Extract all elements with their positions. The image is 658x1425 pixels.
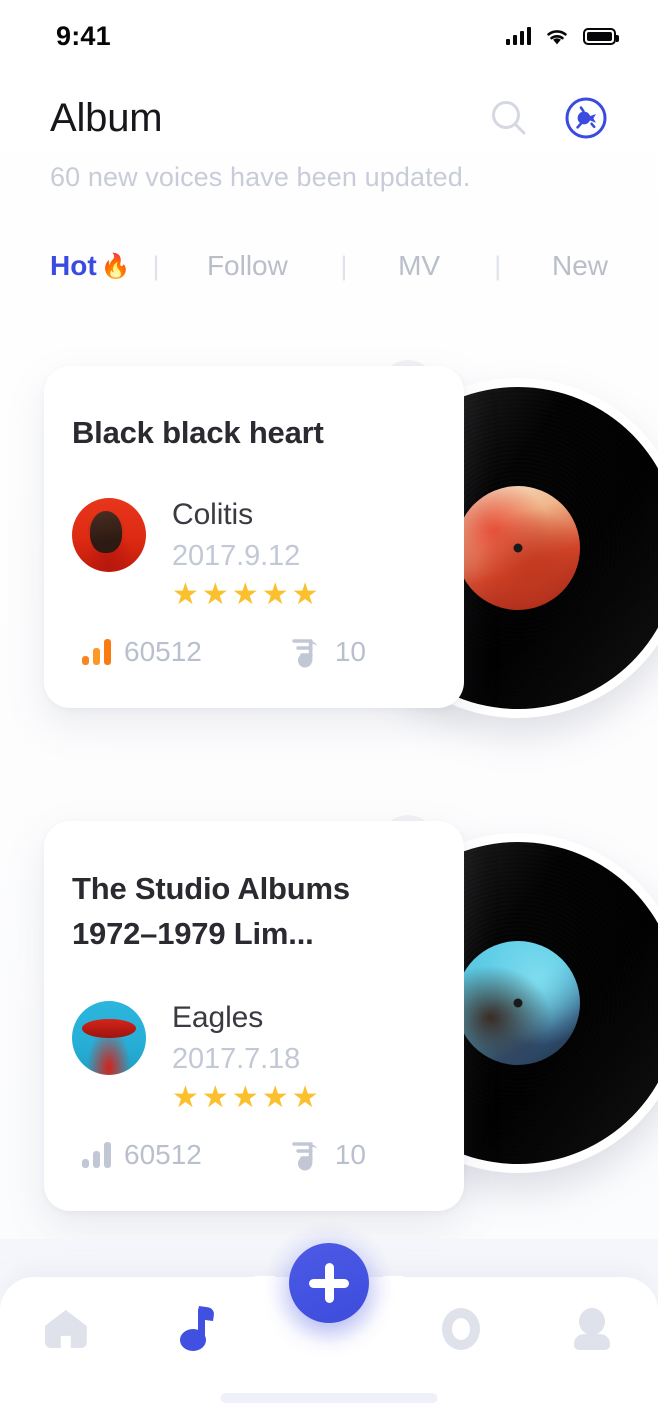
album-stats: 60512 10 [72,636,436,668]
track-count-value: 10 [334,636,366,667]
star-icon: ★ [231,1080,259,1114]
nav-item-profile[interactable] [526,1277,658,1381]
bar-chart-icon [82,1141,111,1168]
track-count-stat: 10 [288,636,366,668]
add-button[interactable] [289,1243,369,1323]
album-title: The Studio Albums 1972–1979 Lim... [72,871,350,951]
star-icon: ★ [201,578,229,611]
signal-bars-icon [506,27,531,45]
vinyl-label-cyan [456,941,580,1065]
nav-item-discover[interactable] [395,1277,527,1381]
plus-icon [324,1263,334,1303]
star-icon: ★ [172,578,199,611]
tab-mv[interactable]: MV [398,250,440,282]
home-indicator [220,1393,438,1403]
star-icon: ★ [261,1080,289,1114]
app-screen: 9:41 Album 60 new voices have been updat… [0,0,658,1425]
play-count-stat: 60512 [82,1139,202,1171]
nav-item-music[interactable] [132,1277,264,1381]
add-button-wrapper [265,1219,393,1347]
play-count-stat: 60512 [82,636,202,668]
profile-icon [574,1308,611,1350]
playlist-note-icon [292,639,318,668]
wifi-icon [547,29,567,44]
album-stats: 60512 10 [72,1139,436,1171]
search-icon[interactable] [488,97,530,139]
star-icon: ★ [172,1080,199,1114]
album-card[interactable]: The Studio Albums 1972–1979 Lim... Eagle… [44,821,464,1211]
play-count-value: 60512 [124,636,202,667]
music-note-icon [180,1305,216,1351]
track-count-stat: 10 [288,1139,366,1171]
star-icon: ★ [291,1080,319,1114]
rating-stars: ★ ★ ★ ★ ★ [172,580,436,610]
album-meta: Colitis 2017.9.12 ★ ★ ★ ★ ★ [72,498,436,610]
artist-name: Eagles [172,1000,264,1034]
page-title: Album [50,96,163,140]
play-count-value: 60512 [124,1138,202,1170]
nav-item-home[interactable] [0,1277,132,1381]
status-bar: 9:41 [0,0,658,72]
bar-chart-icon [82,639,111,665]
track-count-value: 10 [334,1138,366,1170]
star-icon: ★ [201,1080,229,1114]
album-card[interactable]: Black black heart Colitis 2017.9.12 ★ ★ … [44,366,464,708]
rating-stars: ★ ★ ★ ★ ★ [172,1080,436,1114]
tab-separator: | [494,250,502,281]
page-subtitle: 60 new voices have been updated. [50,162,471,192]
category-tabs: Hot 🔥 | Follow | MV | New [0,250,658,282]
home-icon [44,1310,87,1348]
fire-icon: 🔥 [100,252,131,280]
artist-avatar-red[interactable] [72,498,146,572]
album-date: 2017.7.18 [172,1042,301,1075]
status-time: 9:41 [56,20,111,51]
tab-follow[interactable]: Follow [207,250,288,282]
album-meta: Eagles 2017.7.18 ★ ★ ★ ★ ★ [72,1000,436,1114]
tab-hot-label: Hot [50,250,97,281]
star-icon: ★ [261,578,289,611]
battery-full-icon [583,27,619,45]
status-icons [506,27,619,46]
tab-new[interactable]: New [552,250,608,282]
tab-separator: | [340,250,348,281]
tab-hot[interactable]: Hot 🔥 [50,250,131,282]
tab-separator: | [152,250,160,281]
album-date: 2017.9.12 [172,540,301,572]
page-header: Album 60 new voices have been updated. [0,96,658,193]
artist-name: Colitis [172,498,253,531]
circle-icon [441,1308,480,1350]
artist-avatar-cyan[interactable] [72,1000,146,1075]
star-icon: ★ [231,578,259,611]
vinyl-radio-icon[interactable] [564,96,608,140]
playlist-note-icon [292,1142,318,1171]
album-title: Black black heart [72,415,324,450]
star-icon: ★ [291,578,319,611]
vinyl-label-red [456,486,580,610]
